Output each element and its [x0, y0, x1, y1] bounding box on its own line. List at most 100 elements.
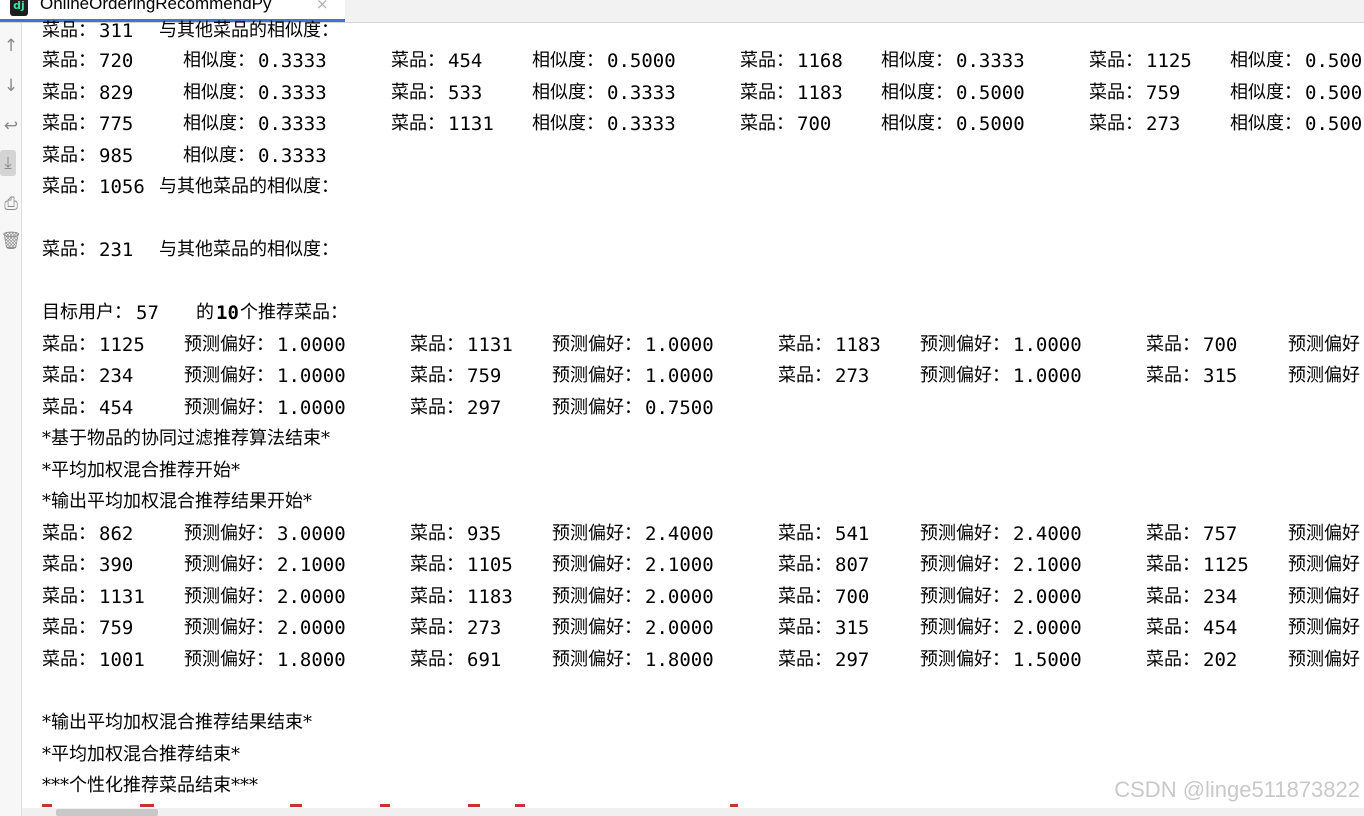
- dish-id: 231: [99, 239, 134, 261]
- dish-id: 315: [1203, 365, 1238, 387]
- line-text: 与其他菜品的相似度：: [159, 239, 339, 260]
- preference-label: 预测偏好：: [920, 554, 1010, 575]
- print-icon[interactable]: ⎙: [0, 191, 22, 217]
- dish-id: 775: [99, 113, 134, 135]
- dish-label: 菜品：: [42, 649, 96, 670]
- dish-id: 691: [467, 649, 502, 671]
- preference-label: 预测偏好：: [920, 649, 1010, 670]
- preference-value: 2.0000: [1013, 617, 1082, 639]
- dish-id: 1131: [467, 334, 513, 356]
- dish-id: 700: [835, 586, 870, 608]
- console-line: *输出平均加权混合推荐结果结束*: [42, 712, 312, 733]
- dish-label: 菜品：: [42, 176, 96, 197]
- similarity-value: 0.3333: [956, 50, 1025, 72]
- preference-value: 1.0000: [1013, 334, 1082, 356]
- dish-id: 454: [1203, 617, 1238, 639]
- run-console-output[interactable]: 菜品： 311 与其他菜品的相似度： 菜品： 720 相似度： 0.3333 菜品： 45…: [42, 0, 1364, 816]
- dish-label: 菜品：: [1146, 365, 1200, 386]
- up-arrow-icon[interactable]: ↑: [0, 33, 22, 59]
- dish-label: 菜品：: [410, 523, 464, 544]
- dish-label: 菜品：: [410, 586, 464, 607]
- dish-id: 297: [467, 397, 502, 419]
- error-output-fragment: [380, 804, 390, 807]
- similarity-label: 相似度：: [532, 82, 604, 103]
- console-line: *平均加权混合推荐开始*: [42, 460, 240, 481]
- dish-id: 273: [835, 365, 870, 387]
- dish-label: 菜品：: [42, 239, 96, 260]
- dish-id: 311: [99, 20, 134, 42]
- dish-label: 菜品：: [1146, 334, 1200, 355]
- error-output-fragment: [730, 804, 738, 807]
- preference-label: 预测偏好: [1288, 334, 1360, 355]
- preference-value: 2.0000: [277, 586, 346, 608]
- error-output-fragment: [290, 804, 302, 807]
- similarity-label: 相似度：: [183, 145, 255, 166]
- dish-id: 202: [1203, 649, 1238, 671]
- console-line: 菜品： 1056 与其他菜品的相似度：: [42, 172, 339, 202]
- preference-value: 2.1000: [1013, 554, 1082, 576]
- dish-id: 862: [99, 523, 134, 545]
- console-line: ***个性化推荐菜品结束***: [42, 775, 258, 796]
- similarity-label: 相似度：: [1230, 113, 1302, 134]
- similarity-label: 相似度：: [881, 113, 953, 134]
- dish-id: 1183: [797, 82, 843, 104]
- similarity-value: 0.3333: [258, 113, 327, 135]
- preference-value: 2.1000: [645, 554, 714, 576]
- dish-label: 菜品：: [42, 145, 96, 166]
- line-text: 与其他菜品的相似度：: [159, 20, 339, 41]
- dish-id: 759: [467, 365, 502, 387]
- dish-id: 390: [99, 554, 134, 576]
- dish-label: 菜品：: [1146, 554, 1200, 575]
- down-arrow-icon[interactable]: ↓: [0, 73, 22, 99]
- horizontal-scrollbar[interactable]: [22, 808, 1364, 816]
- preference-label: 预测偏好：: [184, 523, 274, 544]
- preference-value: 3.0000: [277, 523, 346, 545]
- dish-label: 菜品：: [778, 617, 832, 638]
- dish-id: 720: [99, 50, 134, 72]
- target-user-id: 57: [136, 302, 159, 324]
- line-text: 与其他菜品的相似度：: [159, 176, 339, 197]
- preference-value: 1.5000: [1013, 649, 1082, 671]
- preference-label: 预测偏好：: [552, 334, 642, 355]
- similarity-value: 0.500: [1305, 113, 1363, 135]
- scroll-to-end-icon[interactable]: ⤓: [0, 150, 16, 176]
- pycharm-icon: dj: [10, 0, 28, 16]
- dish-label: 菜品：: [42, 50, 96, 71]
- dish-id: 454: [448, 50, 483, 72]
- preference-value: 1.0000: [645, 334, 714, 356]
- dish-label: 菜品：: [42, 334, 96, 355]
- scrollbar-thumb[interactable]: [56, 809, 158, 816]
- dish-label: 菜品：: [410, 554, 464, 575]
- trash-icon[interactable]: 🗑: [0, 228, 22, 254]
- soft-wrap-icon[interactable]: ↩: [0, 113, 22, 139]
- dish-label: 菜品：: [1089, 50, 1143, 71]
- preference-label: 预测偏好：: [920, 586, 1010, 607]
- dish-label: 菜品：: [778, 586, 832, 607]
- dish-id: 1105: [467, 554, 513, 576]
- dish-id: 1125: [1203, 554, 1249, 576]
- dish-label: 菜品：: [42, 586, 96, 607]
- dish-label: 菜品：: [42, 617, 96, 638]
- dish-id: 759: [99, 617, 134, 639]
- preference-label: 预测偏好：: [920, 334, 1010, 355]
- preference-label: 预测偏好：: [552, 617, 642, 638]
- preference-label: 预测偏好：: [184, 397, 274, 418]
- similarity-label: 相似度：: [532, 50, 604, 71]
- dish-label: 菜品：: [42, 397, 96, 418]
- dish-label: 菜品：: [391, 113, 445, 134]
- dish-label: 菜品：: [778, 334, 832, 355]
- dish-label: 菜品：: [740, 113, 794, 134]
- line-text: 个推荐菜品：: [240, 302, 348, 323]
- dish-id: 1131: [99, 586, 145, 608]
- preference-label: 预测偏好：: [552, 649, 642, 670]
- preference-label: 预测偏好：: [184, 554, 274, 575]
- similarity-label: 相似度：: [881, 82, 953, 103]
- preference-label: 预测偏好：: [184, 365, 274, 386]
- dish-label: 菜品：: [740, 82, 794, 103]
- dish-label: 菜品：: [391, 50, 445, 71]
- error-output-fragment: [42, 804, 52, 807]
- similarity-value: 0.3333: [258, 145, 327, 167]
- dish-id: 757: [1203, 523, 1238, 545]
- dish-id: 1125: [1146, 50, 1192, 72]
- similarity-value: 0.5000: [956, 113, 1025, 135]
